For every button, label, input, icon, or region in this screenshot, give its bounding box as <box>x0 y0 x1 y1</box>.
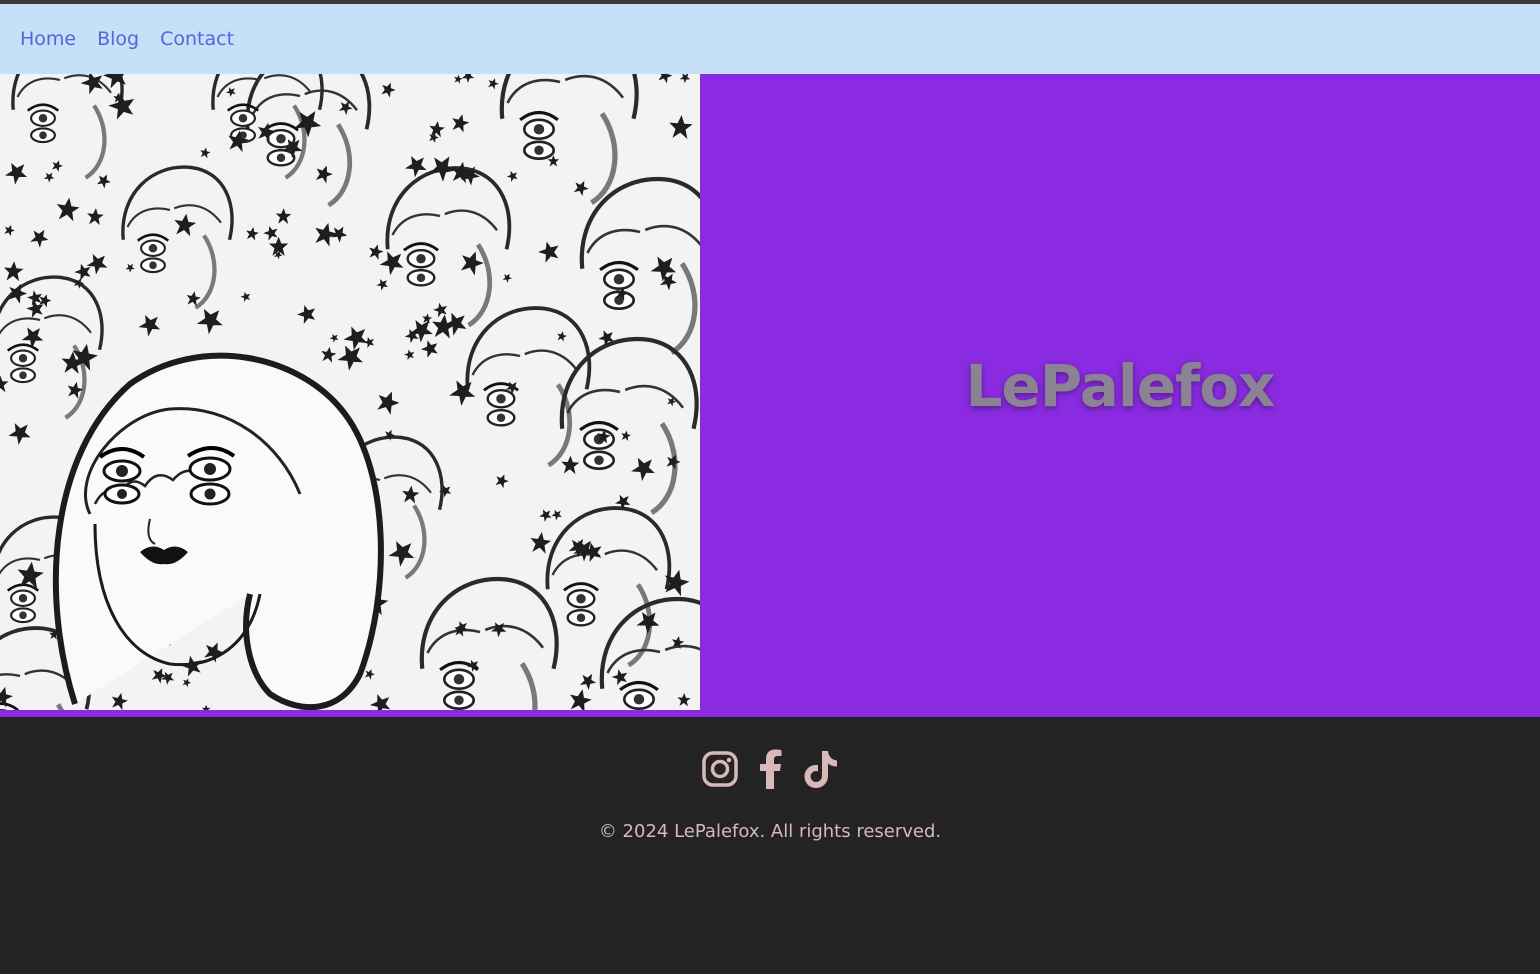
social-links <box>0 749 1540 789</box>
navbar: Home Blog Contact <box>0 4 1540 74</box>
hero-illustration <box>0 74 700 710</box>
nav-contact-link[interactable]: Contact <box>160 28 234 50</box>
tiktok-icon <box>804 751 837 788</box>
tiktok-link[interactable] <box>802 749 838 789</box>
instagram-link[interactable] <box>702 749 738 789</box>
site-title: LePalefox <box>965 351 1275 420</box>
facebook-icon <box>760 749 782 789</box>
instagram-icon <box>702 751 738 787</box>
starry-faces-illustration <box>0 74 700 710</box>
facebook-link[interactable] <box>752 749 788 789</box>
copyright-text: © 2024 LePalefox. All rights reserved. <box>598 821 942 842</box>
nav-blog-link[interactable]: Blog <box>97 28 139 50</box>
hero-title-panel: LePalefox <box>700 74 1540 717</box>
footer: © 2024 LePalefox. All rights reserved. <box>0 717 1540 974</box>
nav-home-link[interactable]: Home <box>20 28 76 50</box>
main-face-drawing <box>52 352 384 710</box>
hero-section: LePalefox <box>0 74 1540 717</box>
